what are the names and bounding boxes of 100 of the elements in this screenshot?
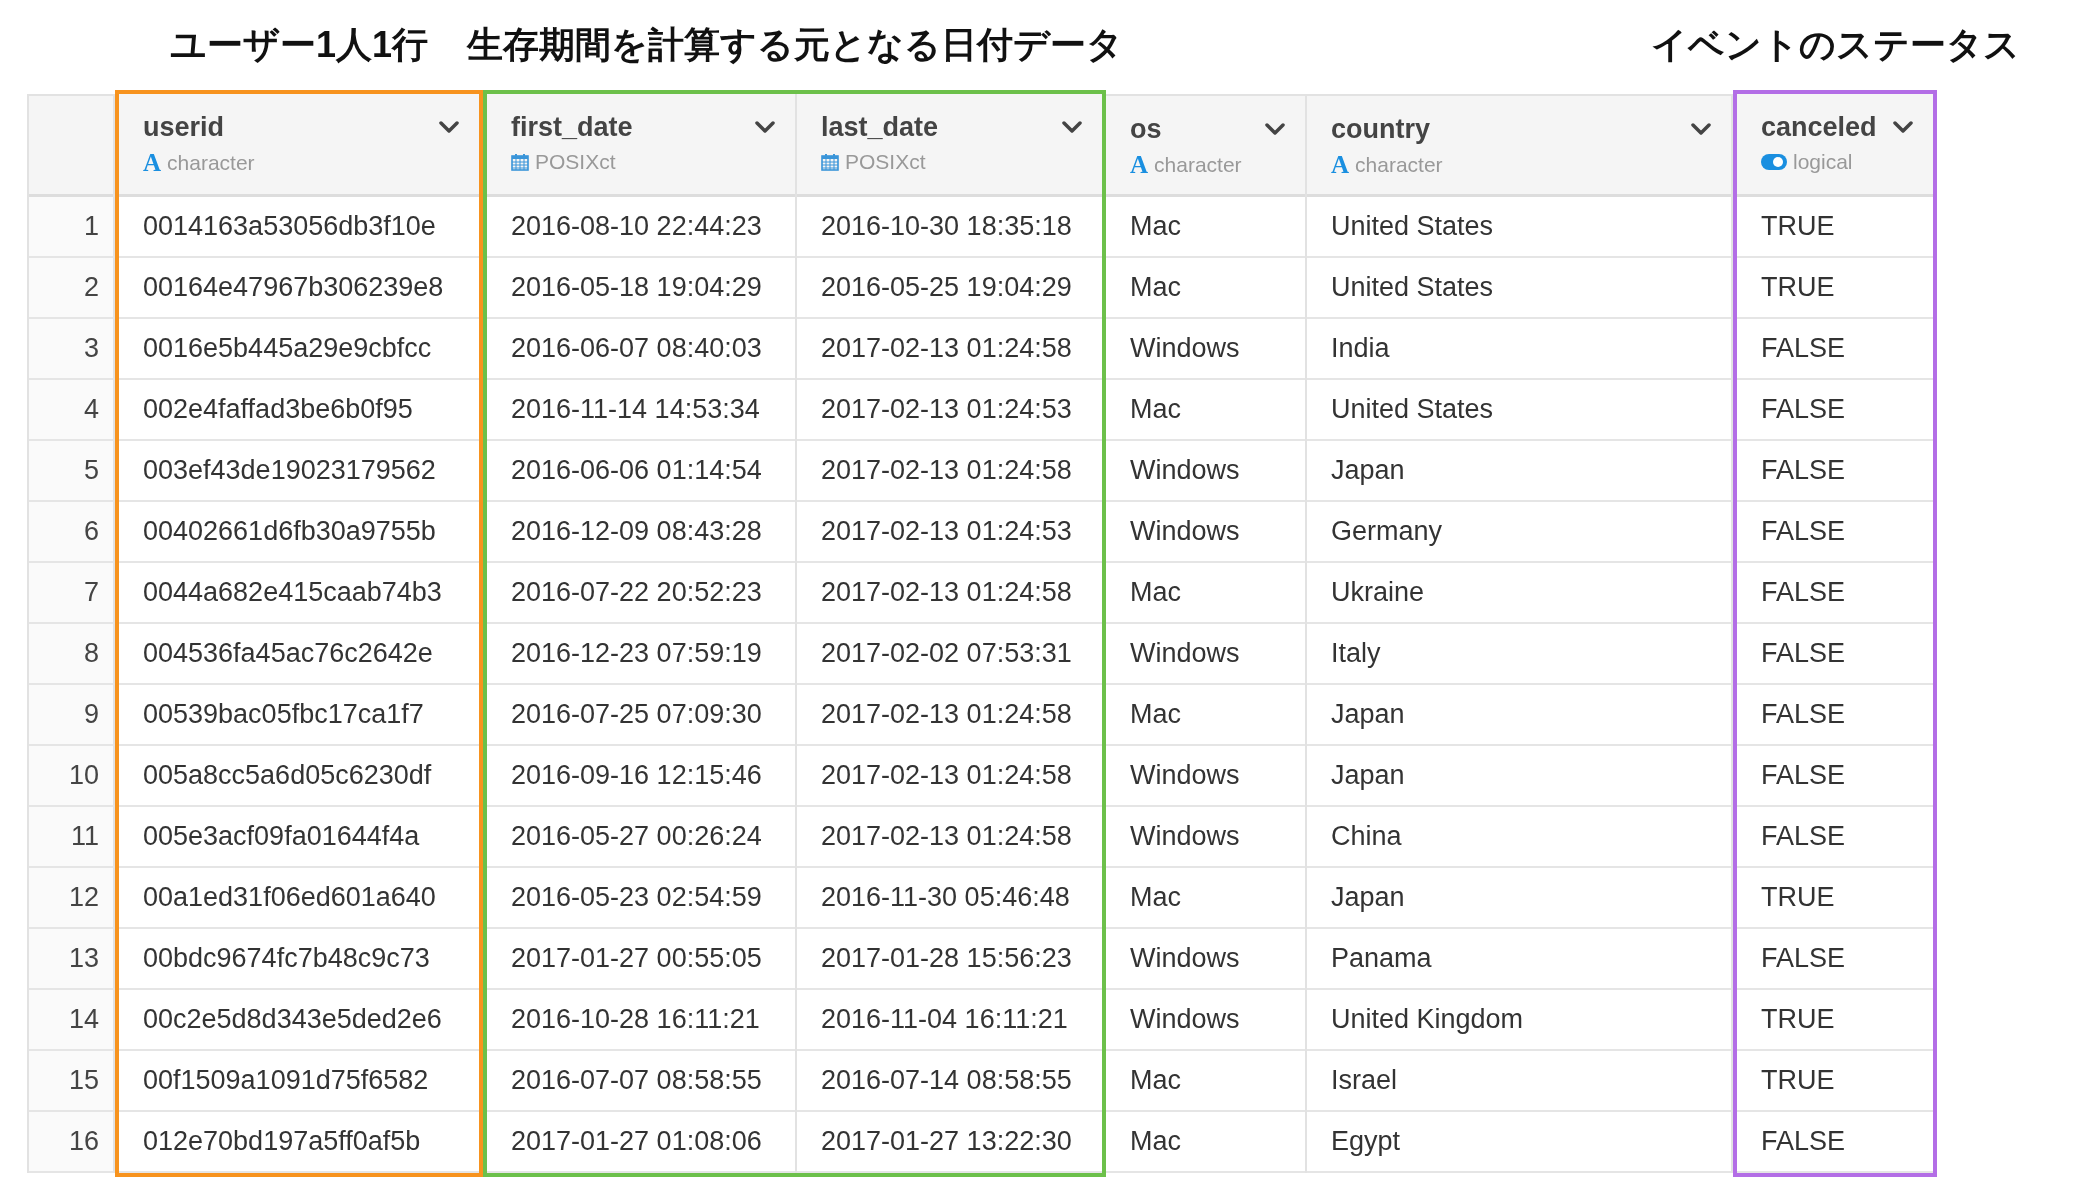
table-cell: Egypt	[1307, 1112, 1731, 1173]
calendar-icon	[511, 153, 529, 171]
column-header[interactable]: last_date POSIXct	[797, 94, 1102, 197]
annotation-label: ユーザー1人1行	[169, 22, 428, 67]
table-cell: FALSE	[1737, 502, 1933, 563]
table-cell: 2017-02-13 01:24:58	[797, 685, 1102, 746]
table-cell: 0044a682e415caab74b3	[119, 563, 479, 624]
table-cell: 2016-05-27 00:26:24	[487, 807, 795, 868]
table-cell: 2016-09-16 12:15:46	[487, 746, 795, 807]
row-number: 12	[29, 868, 113, 929]
row-number: 16	[29, 1112, 113, 1173]
table-cell: 2016-10-28 16:11:21	[487, 990, 795, 1051]
column-type: logical	[1793, 150, 1853, 174]
column-name: os	[1130, 113, 1162, 145]
row-number: 15	[29, 1051, 113, 1112]
column-header[interactable]: os A character	[1106, 94, 1305, 197]
table-cell: United Kingdom	[1307, 990, 1731, 1051]
chevron-down-icon[interactable]	[1893, 120, 1913, 134]
column-type: POSIXct	[845, 150, 926, 174]
table-cell: 2016-06-07 08:40:03	[487, 319, 795, 380]
table-cell: United States	[1307, 197, 1731, 258]
table-cell: 2016-11-14 14:53:34	[487, 380, 795, 441]
table-cell: Israel	[1307, 1051, 1731, 1112]
row-number: 4	[29, 380, 113, 441]
column-header[interactable]: canceled logical	[1737, 94, 1933, 197]
table-cell: 003ef43de19023179562	[119, 441, 479, 502]
table-cell: Windows	[1106, 502, 1305, 563]
text-type-icon: A	[143, 150, 162, 175]
chevron-down-icon[interactable]	[755, 120, 775, 134]
table-cell: Windows	[1106, 929, 1305, 990]
table-cell: 012e70bd197a5ff0af5b	[119, 1112, 479, 1173]
calendar-icon	[821, 153, 839, 171]
table-cell: FALSE	[1737, 319, 1933, 380]
column-header[interactable]: country A character	[1307, 94, 1731, 197]
table-cell: 2016-05-18 19:04:29	[487, 258, 795, 319]
table-cell: 0014163a53056db3f10e	[119, 197, 479, 258]
text-type-icon: A	[1331, 152, 1350, 177]
table-cell: 2016-07-22 20:52:23	[487, 563, 795, 624]
table-cell: 004536fa45ac76c2642e	[119, 624, 479, 685]
column-type: character	[1154, 152, 1242, 177]
table-cell: 2017-02-13 01:24:58	[797, 746, 1102, 807]
table-cell: 00f1509a1091d75f6582	[119, 1051, 479, 1112]
column-name: first_date	[511, 111, 633, 143]
table-cell: Mac	[1106, 868, 1305, 929]
table-cell: 2017-01-27 00:55:05	[487, 929, 795, 990]
table-cell: Mac	[1106, 258, 1305, 319]
table-cell: 2016-07-14 08:58:55	[797, 1051, 1102, 1112]
row-number: 10	[29, 746, 113, 807]
column-header[interactable]: first_date POSIXct	[487, 94, 795, 197]
table-cell: 2017-02-13 01:24:53	[797, 502, 1102, 563]
table-cell: 2016-11-30 05:46:48	[797, 868, 1102, 929]
table-cell: Mac	[1106, 380, 1305, 441]
column-type: character	[1355, 152, 1443, 177]
table-cell: United States	[1307, 258, 1731, 319]
table-cell: 2016-07-07 08:58:55	[487, 1051, 795, 1112]
table-cell: Windows	[1106, 990, 1305, 1051]
table-cell: 00a1ed31f06ed601a640	[119, 868, 479, 929]
row-number: 13	[29, 929, 113, 990]
table-cell: 0016e5b445a29e9cbfcc	[119, 319, 479, 380]
table-cell: 2016-05-25 19:04:29	[797, 258, 1102, 319]
table-cell: Italy	[1307, 624, 1731, 685]
table-cell: FALSE	[1737, 441, 1933, 502]
chevron-down-icon[interactable]	[1062, 120, 1082, 134]
table-cell: India	[1307, 319, 1731, 380]
table-cell: 2017-02-13 01:24:58	[797, 563, 1102, 624]
chevron-down-icon[interactable]	[439, 120, 459, 134]
table-cell: Japan	[1307, 746, 1731, 807]
chevron-down-icon[interactable]	[1265, 122, 1285, 136]
table-cell: Mac	[1106, 1112, 1305, 1173]
table-cell: 2017-01-28 15:56:23	[797, 929, 1102, 990]
table-cell: China	[1307, 807, 1731, 868]
table-cell: FALSE	[1737, 685, 1933, 746]
table-cell: 2017-02-02 07:53:31	[797, 624, 1102, 685]
table-cell: FALSE	[1737, 929, 1933, 990]
table-cell: TRUE	[1737, 990, 1933, 1051]
column-type: POSIXct	[535, 150, 616, 174]
table-cell: Panama	[1307, 929, 1731, 990]
table-cell: Windows	[1106, 624, 1305, 685]
table-cell: Windows	[1106, 441, 1305, 502]
text-type-icon: A	[1130, 152, 1149, 177]
table-cell: 00402661d6fb30a9755b	[119, 502, 479, 563]
table-cell: TRUE	[1737, 197, 1933, 258]
annotation-label: 生存期間を計算する元となる日付データ	[466, 22, 1123, 67]
table-cell: 002e4faffad3be6b0f95	[119, 380, 479, 441]
table-cell: 00164e47967b306239e8	[119, 258, 479, 319]
table-cell: 005e3acf09fa01644f4a	[119, 807, 479, 868]
table-cell: 2016-06-06 01:14:54	[487, 441, 795, 502]
table-cell: TRUE	[1737, 1051, 1933, 1112]
toggle-icon	[1761, 154, 1787, 170]
table-cell: Ukraine	[1307, 563, 1731, 624]
table-cell: 2016-08-10 22:44:23	[487, 197, 795, 258]
chevron-down-icon[interactable]	[1691, 122, 1711, 136]
row-number: 11	[29, 807, 113, 868]
column-name: last_date	[821, 111, 939, 143]
table-cell: 2017-02-13 01:24:58	[797, 807, 1102, 868]
table-cell: Japan	[1307, 868, 1731, 929]
row-number: 2	[29, 258, 113, 319]
table-cell: United States	[1307, 380, 1731, 441]
table-cell: 2017-01-27 01:08:06	[487, 1112, 795, 1173]
column-header[interactable]: userid A character	[119, 94, 479, 197]
